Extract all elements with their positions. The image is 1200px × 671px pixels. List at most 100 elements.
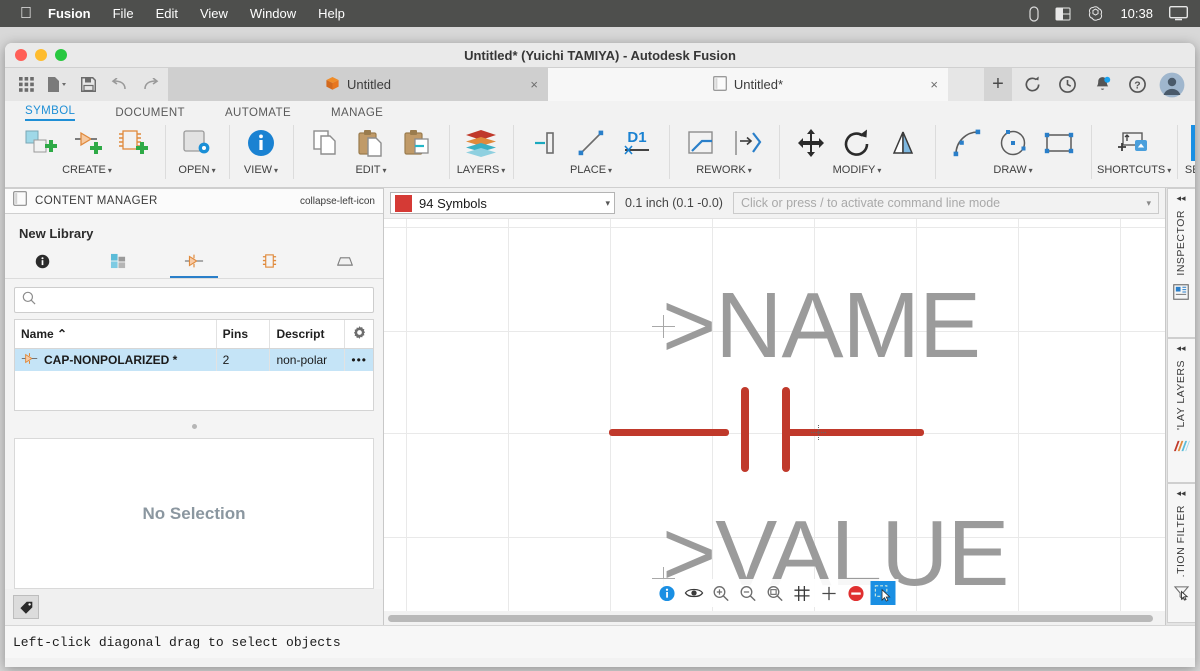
save-icon[interactable] bbox=[74, 72, 102, 98]
chevron-down-icon[interactable]: ▾ bbox=[605, 198, 610, 209]
capacitor-left-wire[interactable] bbox=[609, 429, 729, 436]
place-pin-icon[interactable] bbox=[523, 123, 567, 163]
column-header-name[interactable]: Name ⌃ bbox=[15, 320, 217, 349]
undo-icon[interactable] bbox=[105, 72, 133, 98]
rectangle-icon[interactable] bbox=[1037, 123, 1081, 163]
search-box[interactable] bbox=[14, 287, 374, 313]
gear-icon[interactable] bbox=[352, 326, 367, 343]
paste-icon[interactable] bbox=[349, 123, 393, 163]
menu-item-edit[interactable]: Edit bbox=[156, 6, 178, 21]
search-input[interactable] bbox=[42, 293, 366, 307]
command-line[interactable]: Click or press / to activate command lin… bbox=[732, 192, 1159, 214]
canvas-hscrollbar[interactable] bbox=[388, 614, 1154, 622]
menu-item-file[interactable]: File bbox=[113, 6, 134, 21]
ribbon-tab-document[interactable]: DOCUMENT bbox=[115, 107, 185, 121]
row-overflow-menu[interactable]: ••• bbox=[344, 348, 373, 371]
zoom-out-icon[interactable] bbox=[735, 581, 760, 605]
select-area-icon[interactable] bbox=[1187, 123, 1195, 163]
column-settings-header[interactable] bbox=[344, 320, 373, 349]
ribbon-group-edit-label[interactable]: EDIT ▾ bbox=[355, 164, 386, 176]
copy-icon[interactable] bbox=[303, 123, 347, 163]
new-device-icon[interactable] bbox=[19, 123, 63, 163]
collapse-left-icon[interactable]: collapse-left-icon bbox=[300, 196, 375, 207]
panel-tab-info[interactable] bbox=[5, 249, 81, 278]
display-icon[interactable] bbox=[1169, 6, 1188, 21]
menu-item-fusion[interactable]: Fusion bbox=[48, 6, 91, 21]
new-document-icon[interactable] bbox=[43, 72, 71, 98]
collapse-left-icon[interactable]: ◂◂ bbox=[1176, 343, 1185, 354]
inspector-icon[interactable] bbox=[1173, 283, 1189, 300]
circle-icon[interactable] bbox=[991, 123, 1035, 163]
place-dimension-icon[interactable]: D1 bbox=[615, 123, 659, 163]
capacitor-plate-right[interactable] bbox=[782, 387, 790, 472]
panel-tab-3d-packages[interactable] bbox=[307, 249, 383, 278]
split-icon[interactable] bbox=[679, 123, 723, 163]
shortcuts-icon[interactable] bbox=[1112, 123, 1156, 163]
account-avatar[interactable] bbox=[1157, 68, 1187, 101]
mirror-icon[interactable] bbox=[881, 123, 925, 163]
ribbon-group-rework-label[interactable]: REWORK ▾ bbox=[696, 164, 752, 176]
add-tab-button[interactable]: + bbox=[984, 68, 1012, 101]
ribbon-tab-manage[interactable]: MANAGE bbox=[331, 107, 383, 121]
ribbon-group-layers-label[interactable]: LAYERS ▾ bbox=[457, 164, 506, 176]
collapse-left-icon[interactable]: ◂◂ bbox=[1176, 488, 1185, 499]
crosshair-icon[interactable] bbox=[816, 581, 841, 605]
capacitor-plate-left[interactable] bbox=[741, 387, 749, 472]
ribbon-group-open-label[interactable]: OPEN ▾ bbox=[178, 164, 215, 176]
stop-icon[interactable] bbox=[843, 581, 868, 605]
chevron-down-icon[interactable]: ▾ bbox=[1146, 198, 1151, 209]
capacitor-right-wire[interactable] bbox=[784, 429, 924, 436]
document-tab-untitled-schematic[interactable]: Untitled* × bbox=[548, 68, 948, 101]
panel-tab-symbols[interactable] bbox=[156, 249, 232, 278]
close-tab-icon[interactable]: × bbox=[530, 77, 538, 92]
info-view-icon[interactable] bbox=[239, 123, 283, 163]
apple-logo-icon[interactable]:  bbox=[20, 5, 32, 22]
zoom-fit-icon[interactable] bbox=[762, 581, 787, 605]
tag-icon[interactable] bbox=[13, 595, 39, 619]
rotate-icon[interactable] bbox=[835, 123, 879, 163]
move-icon[interactable] bbox=[789, 123, 833, 163]
notifications-icon[interactable] bbox=[1087, 68, 1117, 101]
ribbon-group-view-label[interactable]: VIEW ▾ bbox=[244, 164, 278, 176]
column-header-pins[interactable]: Pins bbox=[216, 320, 271, 349]
rail-panel-selection-filter[interactable]: ◂◂ .TION FILTER bbox=[1166, 483, 1195, 623]
open-library-icon[interactable] bbox=[175, 123, 219, 163]
ribbon-tab-automate[interactable]: AUTOMATE bbox=[225, 107, 291, 121]
menu-item-view[interactable]: View bbox=[200, 6, 228, 21]
ribbon-tab-symbol[interactable]: SYMBOL bbox=[25, 105, 76, 121]
grid-icon[interactable] bbox=[789, 581, 814, 605]
ribbon-group-shortcuts-label[interactable]: SHORTCUTS ▾ bbox=[1097, 164, 1171, 176]
ribbon-group-place-label[interactable]: PLACE ▾ bbox=[570, 164, 612, 176]
mirror-move-icon[interactable] bbox=[725, 123, 769, 163]
layer-selector[interactable]: 94 Symbols ▾ bbox=[390, 192, 615, 214]
menu-item-help[interactable]: Help bbox=[318, 6, 345, 21]
panel-layout-icon[interactable] bbox=[1055, 7, 1071, 21]
panel-tab-devices[interactable] bbox=[81, 249, 157, 278]
table-row[interactable]: CAP-NONPOLARIZED * 2 non-polar ••• bbox=[15, 348, 373, 371]
openai-icon[interactable] bbox=[1087, 5, 1104, 22]
new-footprint-icon[interactable] bbox=[111, 123, 155, 163]
arc-icon[interactable] bbox=[945, 123, 989, 163]
symbol-name-text[interactable]: >NAME bbox=[662, 279, 981, 372]
battery-icon[interactable] bbox=[1029, 5, 1040, 22]
redo-icon[interactable] bbox=[136, 72, 164, 98]
schematic-canvas[interactable]: >NAME >VALUE bbox=[384, 218, 1165, 611]
menu-item-window[interactable]: Window bbox=[250, 6, 296, 21]
column-header-description[interactable]: Descript bbox=[269, 320, 346, 349]
panel-resize-grip[interactable] bbox=[5, 411, 383, 438]
ribbon-group-create-label[interactable]: CREATE ▾ bbox=[62, 164, 112, 176]
info-tool-icon[interactable] bbox=[654, 581, 679, 605]
selection-filter-icon[interactable] bbox=[1173, 585, 1190, 602]
ribbon-group-modify-label[interactable]: MODIFY ▾ bbox=[833, 164, 882, 176]
panel-tab-footprints[interactable] bbox=[232, 249, 308, 278]
select-tool-icon[interactable] bbox=[870, 581, 895, 605]
rail-panel-inspector[interactable]: ◂◂ INSPECTOR bbox=[1166, 188, 1195, 338]
help-icon[interactable]: ? bbox=[1122, 68, 1152, 101]
paste-special-icon[interactable] bbox=[395, 123, 439, 163]
recent-icon[interactable] bbox=[1052, 68, 1082, 101]
refresh-icon[interactable] bbox=[1017, 68, 1047, 101]
eye-icon[interactable] bbox=[681, 581, 706, 605]
ribbon-group-select-label[interactable]: SELECT▾ bbox=[1185, 164, 1195, 176]
display-layers-icon[interactable] bbox=[1172, 438, 1190, 454]
close-tab-icon[interactable]: × bbox=[930, 77, 938, 92]
